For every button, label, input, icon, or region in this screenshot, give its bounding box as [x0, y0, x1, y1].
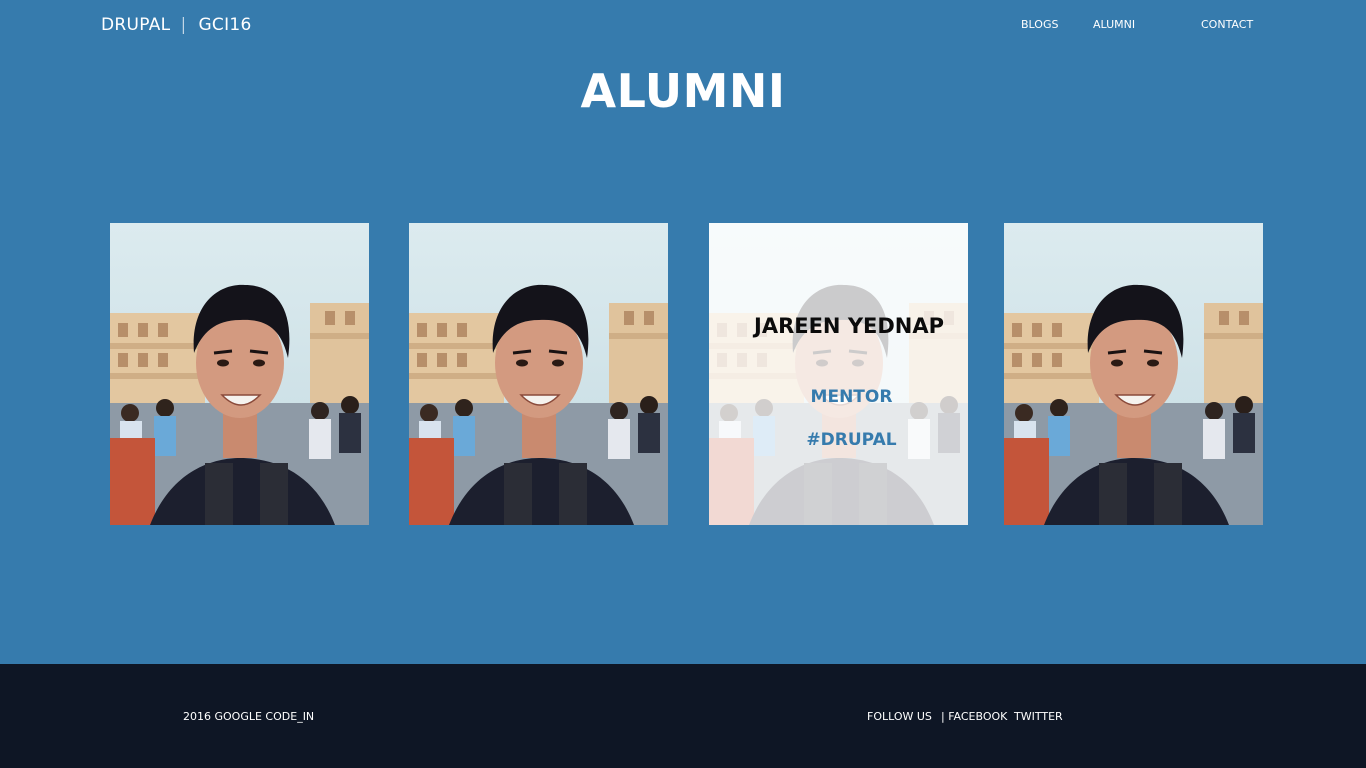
alumni-photo [110, 223, 369, 525]
site-footer: 2016 GOOGLE CODE_IN FOLLOW US | FACEBOOK… [0, 664, 1366, 768]
alumni-photo [1004, 223, 1263, 525]
alumni-tag: #DRUPAL [806, 430, 897, 450]
brand-primary: DRUPAL [101, 15, 171, 35]
nav-link-alumni[interactable]: ALUMNI [1093, 18, 1135, 31]
twitter-link[interactable]: TWITTER [1014, 710, 1063, 723]
facebook-link[interactable]: | FACEBOOK [941, 710, 1007, 723]
brand-logo[interactable]: DRUPAL | GCI16 [101, 15, 252, 35]
alumni-card-hovered[interactable]: JAREEN YEDNAP MENTOR #DRUPAL [709, 223, 968, 525]
page-title: ALUMNI [580, 64, 786, 118]
alumni-photo [409, 223, 668, 525]
alumni-name: JAREEN YEDNAP [754, 314, 945, 338]
card-info-overlay: JAREEN YEDNAP MENTOR #DRUPAL [709, 223, 968, 525]
nav-link-blogs[interactable]: BLOGS [1021, 18, 1058, 31]
follow-us-label: FOLLOW US [867, 710, 932, 723]
alumni-card[interactable] [1004, 223, 1263, 525]
nav-link-contact[interactable]: CONTACT [1201, 18, 1253, 31]
alumni-role: MENTOR [810, 387, 893, 407]
brand-separator: | [180, 15, 187, 35]
brand-secondary: GCI16 [198, 15, 252, 35]
copyright-text: 2016 GOOGLE CODE_IN [183, 710, 315, 723]
alumni-card[interactable] [110, 223, 369, 525]
alumni-card[interactable] [409, 223, 668, 525]
